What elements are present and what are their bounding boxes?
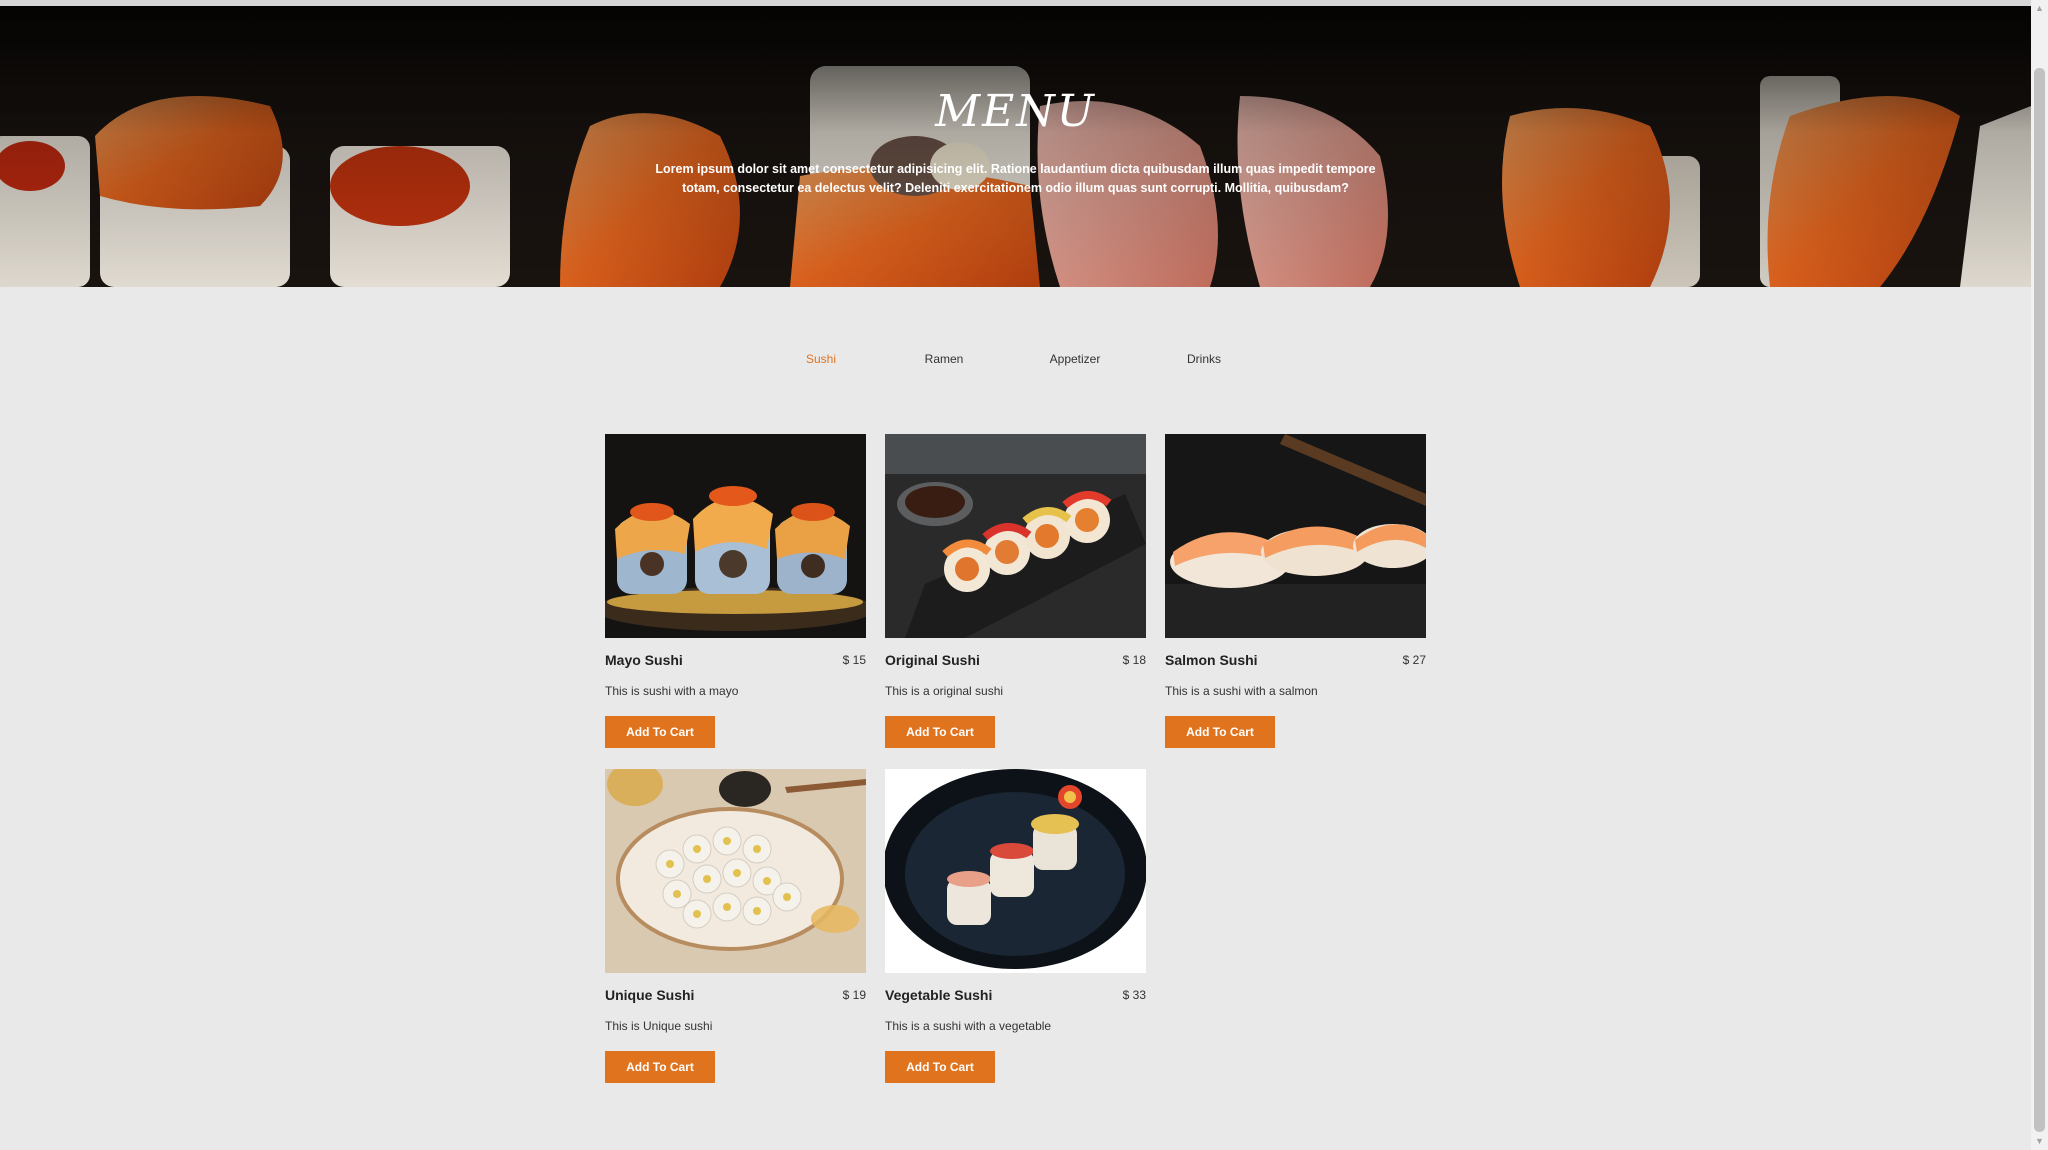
item-description: This is Unique sushi — [605, 1019, 713, 1033]
item-description: This is sushi with a mayo — [605, 684, 739, 698]
menu-category-tabs: Sushi Ramen Appetizer Drinks — [0, 352, 2031, 372]
unique-sushi-image — [605, 769, 866, 973]
item-name: Original Sushi — [885, 652, 980, 668]
add-to-cart-button[interactable]: Add To Cart — [1165, 716, 1275, 748]
tab-drinks[interactable]: Drinks — [1187, 352, 1221, 366]
add-to-cart-button[interactable]: Add To Cart — [885, 1051, 995, 1083]
hero-sushi-image — [0, 6, 2031, 287]
item-description: This is a original sushi — [885, 684, 1004, 698]
menu-item-card: Vegetable Sushi $ 33 This is a sushi wit… — [885, 769, 1146, 1083]
scrollbar-thumb[interactable] — [2034, 68, 2045, 1132]
item-name: Salmon Sushi — [1165, 652, 1258, 668]
menu-item-card: Salmon Sushi $ 27 This is a sushi with a… — [1165, 434, 1426, 748]
page-title: MENU — [935, 86, 1096, 137]
add-to-cart-button[interactable]: Add To Cart — [885, 716, 995, 748]
vegetable-sushi-image — [885, 769, 1146, 973]
chevron-up-icon[interactable]: ▲ — [2031, 0, 2048, 17]
tab-sushi[interactable]: Sushi — [806, 352, 836, 366]
menu-item-card: Mayo Sushi $ 15 This is sushi with a may… — [605, 434, 866, 748]
item-name: Vegetable Sushi — [885, 987, 993, 1003]
add-to-cart-button[interactable]: Add To Cart — [605, 716, 715, 748]
item-description: This is a sushi with a salmon — [1165, 684, 1318, 698]
original-sushi-image — [885, 434, 1146, 638]
item-name: Unique Sushi — [605, 987, 695, 1003]
chevron-down-icon[interactable]: ▼ — [2031, 1133, 2048, 1150]
menu-item-card: Original Sushi $ 18 This is a original s… — [885, 434, 1146, 748]
salmon-sushi-image — [1165, 434, 1426, 638]
mayo-sushi-image — [605, 434, 866, 638]
item-price: $ 18 — [1122, 653, 1146, 667]
item-price: $ 19 — [842, 988, 866, 1002]
menu-item-card: Unique Sushi $ 19 This is Unique sushi A… — [605, 769, 866, 1083]
tab-ramen[interactable]: Ramen — [925, 352, 964, 366]
vertical-scrollbar[interactable]: ▲ ▼ — [2031, 0, 2048, 1150]
item-name: Mayo Sushi — [605, 652, 683, 668]
hero-description: Lorem ipsum dolor sit amet consectetur a… — [655, 162, 1376, 195]
item-price: $ 33 — [1122, 988, 1146, 1002]
add-to-cart-button[interactable]: Add To Cart — [605, 1051, 715, 1083]
item-description: This is a sushi with a vegetable — [885, 1019, 1052, 1033]
item-price: $ 15 — [842, 653, 866, 667]
tab-appetizer[interactable]: Appetizer — [1050, 352, 1101, 366]
hero-banner: MENU Lorem ipsum dolor sit amet consecte… — [0, 6, 2031, 287]
item-price: $ 27 — [1402, 653, 1426, 667]
